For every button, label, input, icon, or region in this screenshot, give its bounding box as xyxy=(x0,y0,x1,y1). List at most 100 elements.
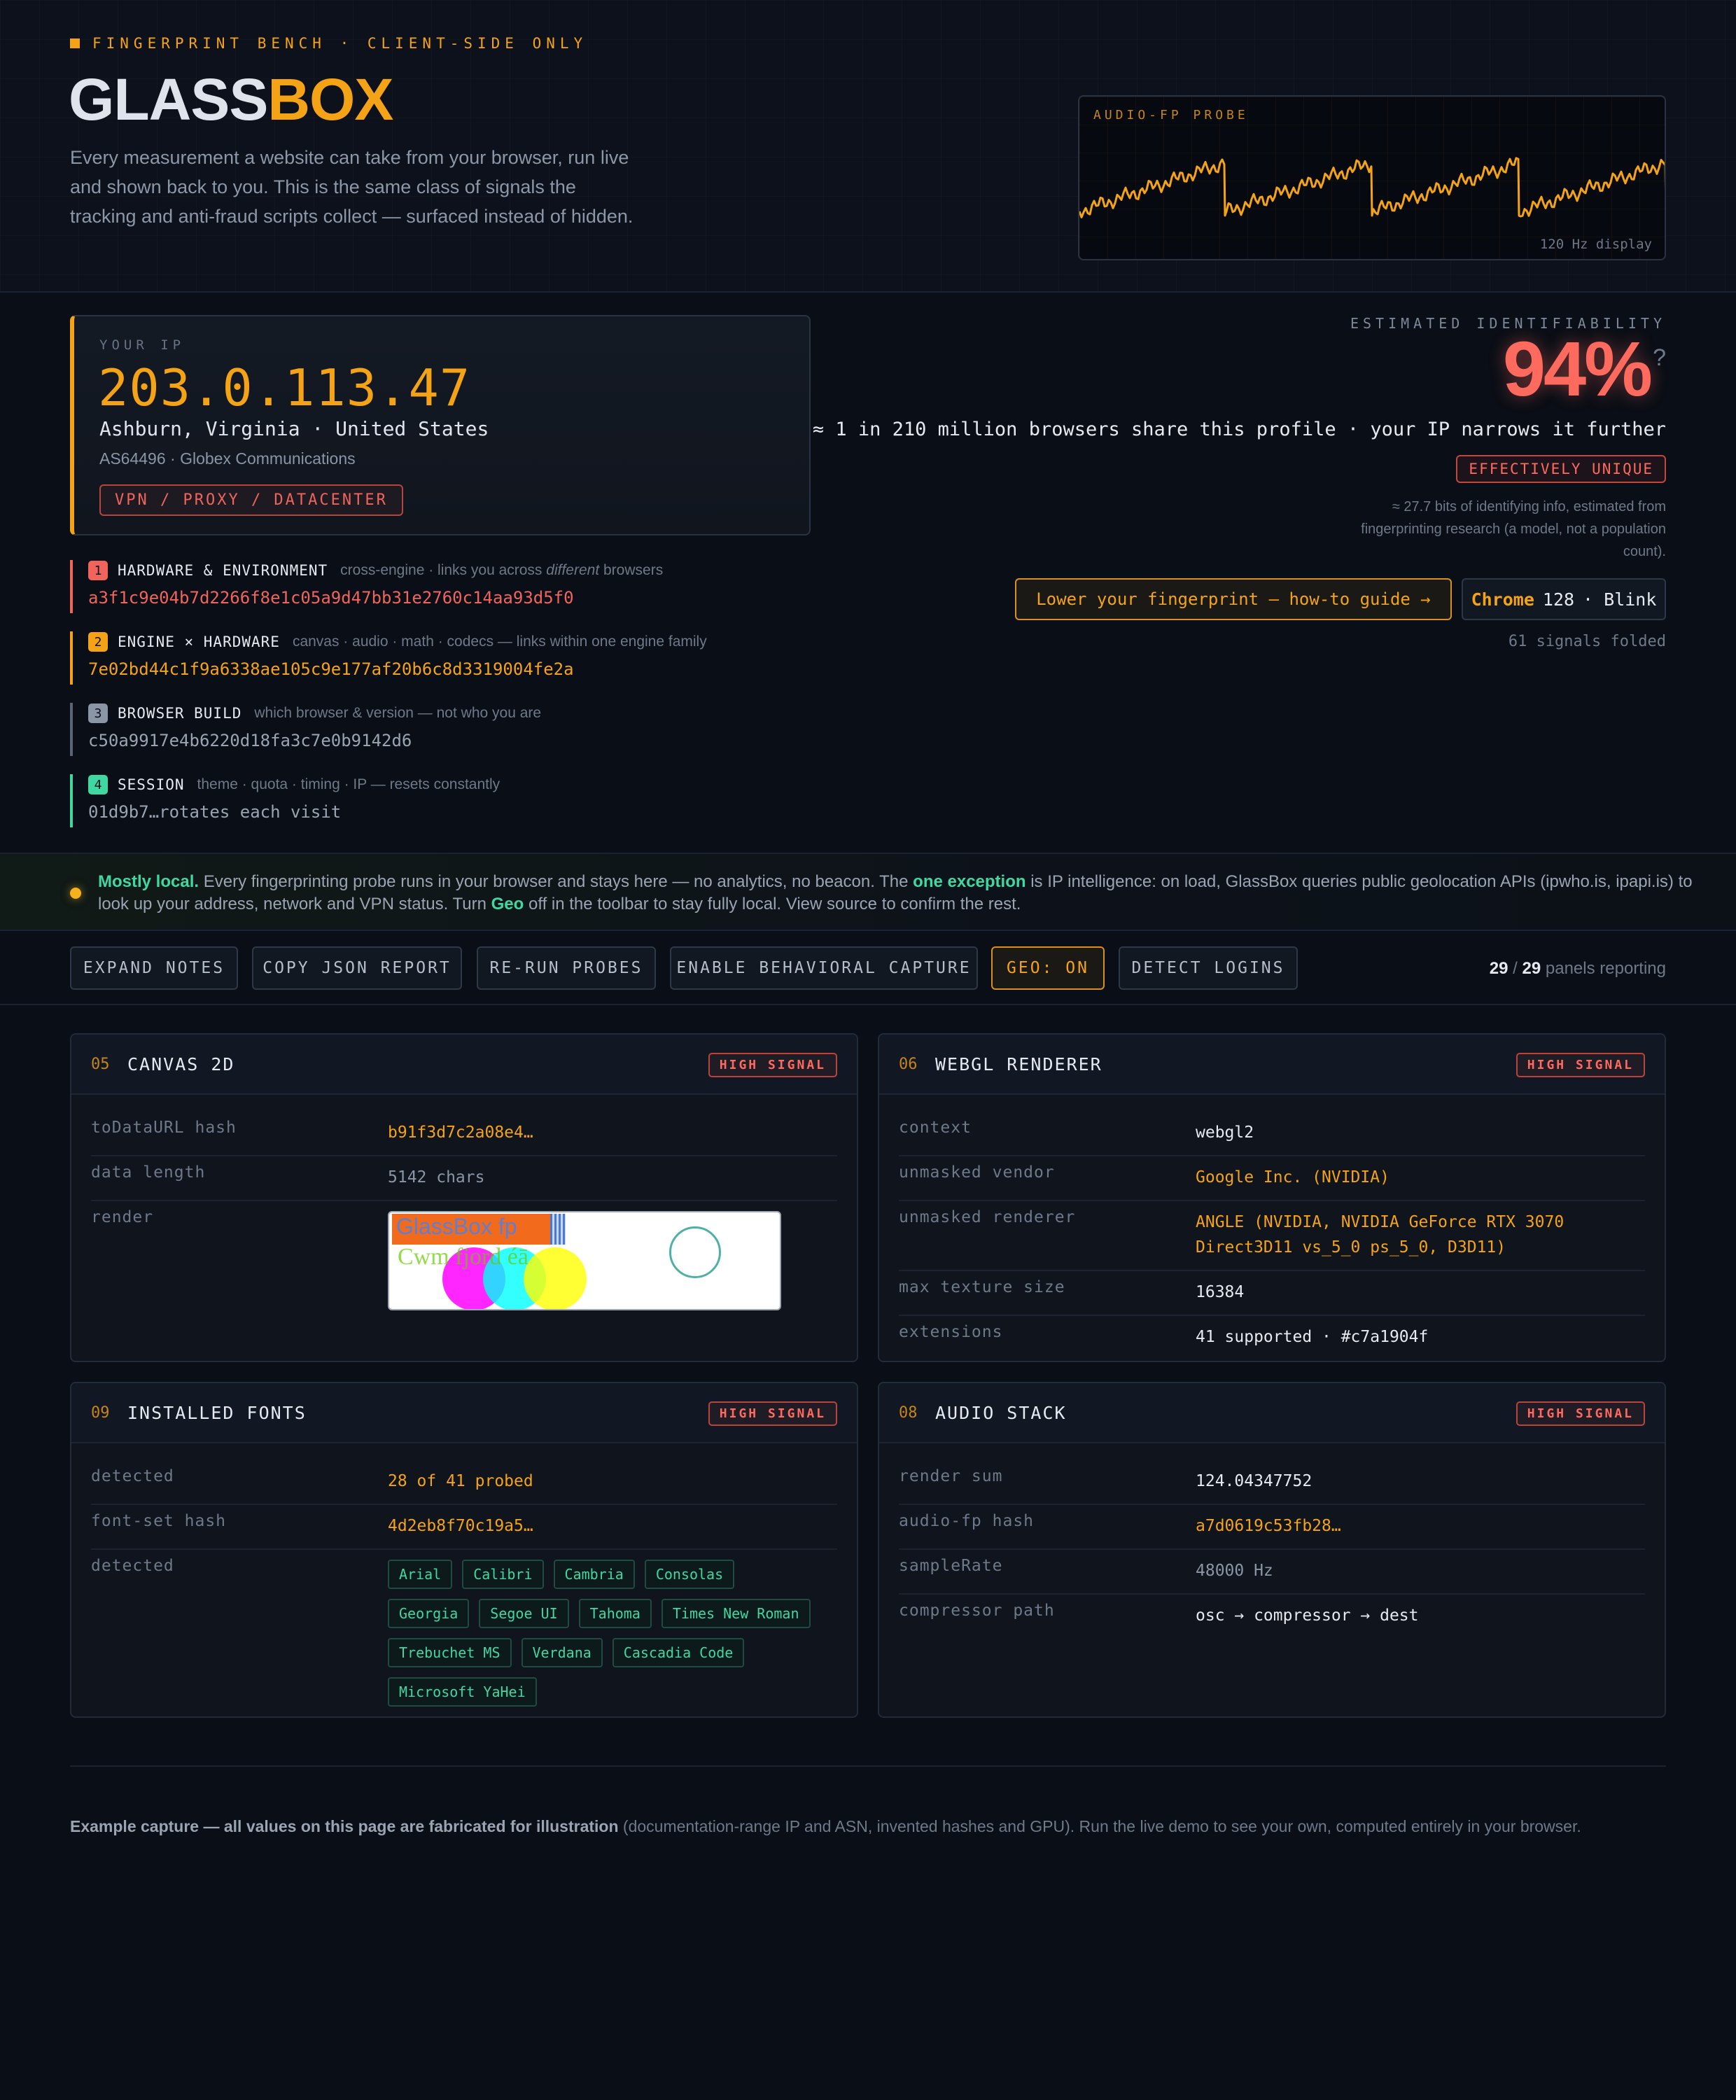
fingerprint-hash: a3f1c9e04b7d2266f8e1c05a9d47bb31e2760c14… xyxy=(88,588,574,608)
rerun-probes-button[interactable]: RE-RUN PROBES xyxy=(477,946,656,990)
eyebrow: FINGERPRINT BENCH · CLIENT-SIDE ONLY xyxy=(70,35,587,52)
panel-header: 09 INSTALLED FONTS HIGH SIGNAL xyxy=(71,1383,857,1443)
font-chip: Cambria xyxy=(553,1560,635,1589)
fingerprint-note: which browser & version — not who you ar… xyxy=(254,705,542,721)
panel-number: 08 xyxy=(899,1404,918,1422)
panel-row: render sum 124.04347752 xyxy=(899,1460,1645,1505)
fingerprint-note: theme · quota · timing · IP — resets con… xyxy=(197,776,500,792)
font-chip: Calibri xyxy=(462,1560,544,1589)
fingerprint-hash: 01d9b7…rotates each visit xyxy=(88,802,342,822)
fingerprint-title: SESSION xyxy=(118,776,185,793)
panel-row: context webgl2 xyxy=(899,1112,1645,1156)
eyebrow-square-icon xyxy=(70,38,80,48)
font-chip: Cascadia Code xyxy=(612,1638,745,1667)
copy-json-button[interactable]: COPY JSON REPORT xyxy=(252,946,462,990)
panel-title: AUDIO STACK xyxy=(935,1403,1067,1423)
panel-webgl-renderer: 06 WEBGL RENDERER HIGH SIGNAL context we… xyxy=(878,1033,1666,1362)
fingerprint-number: 2 xyxy=(88,632,108,652)
footer-disclaimer: Example capture — all values on this pag… xyxy=(70,1817,1581,1835)
panel-row: audio-fp hash a7d0619c53fb28… xyxy=(899,1505,1645,1550)
panel-row: render GlassBox fp Cwm fjord éā xyxy=(91,1201,837,1320)
panel-audio-stack: 08 AUDIO STACK HIGH SIGNAL render sum 12… xyxy=(878,1382,1666,1718)
signals-folded: 61 signals folded xyxy=(1508,633,1666,650)
identifiability-percent: 94% xyxy=(1502,326,1653,412)
vpn-badge: VPN / PROXY / DATACENTER xyxy=(99,484,403,516)
fingerprint-note: cross-engine · links you across differen… xyxy=(340,562,664,578)
fingerprint-title: HARDWARE & ENVIRONMENT xyxy=(118,562,328,579)
panel-installed-fonts: 09 INSTALLED FONTS HIGH SIGNAL detected … xyxy=(70,1382,858,1718)
waveform-line xyxy=(1079,157,1665,218)
ip-card: YOUR IP 203.0.113.47 Ashburn, Virginia ·… xyxy=(70,315,811,536)
ip-address: 203.0.113.47 xyxy=(98,358,471,417)
ip-label: YOUR IP xyxy=(99,337,186,353)
notice-text: Mostly local. Every fingerprinting probe… xyxy=(98,872,1693,913)
brand-accent: BOX xyxy=(267,66,393,132)
panel-row: unmasked vendor Google Inc. (NVIDIA) xyxy=(899,1156,1645,1201)
fingerprint-hash: c50a9917e4b6220d18fa3c7e0b9142d6 xyxy=(88,731,412,750)
identifiability-note: ≈ 27.7 bits of identifying info, estimat… xyxy=(1361,499,1666,559)
eyebrow-text: FINGERPRINT BENCH · CLIENT-SIDE ONLY xyxy=(92,35,588,52)
panel-title: INSTALLED FONTS xyxy=(127,1403,307,1423)
font-chip: Times New Roman xyxy=(661,1599,811,1628)
fingerprint-title: ENGINE × HARDWARE xyxy=(118,634,280,650)
unique-badge: EFFECTIVELY UNIQUE xyxy=(1456,455,1666,483)
font-chip: Arial xyxy=(388,1560,453,1589)
signal-badge: HIGH SIGNAL xyxy=(708,1053,837,1077)
fingerprint-note: canvas · audio · math · codecs — links w… xyxy=(292,634,707,650)
brand-logo: GLASSBOX xyxy=(69,64,393,134)
fingerprint-hardware: 1 HARDWARE & ENVIRONMENT cross-engine · … xyxy=(70,560,812,613)
privacy-notice: Mostly local. Every fingerprinting probe… xyxy=(0,853,1736,931)
panel-row: sampleRate 48000 Hz xyxy=(899,1550,1645,1595)
fingerprint-session: 4 SESSION theme · quota · timing · IP — … xyxy=(70,774,812,827)
font-chip-list: Arial Calibri Cambria Consolas Georgia Segoe … xyxy=(388,1550,822,1716)
render-text-1: GlassBox fp xyxy=(396,1214,517,1239)
probe-caption: 120 Hz display xyxy=(1539,237,1652,252)
behavioral-capture-button[interactable]: ENABLE BEHAVIORAL CAPTURE xyxy=(670,946,978,990)
panel-number: 06 xyxy=(899,1056,918,1073)
fingerprint-hash: 7e02bd44c1f9a6338ae105c9e177af20b6c8d331… xyxy=(88,659,574,679)
panel-row: detected 28 of 41 probed xyxy=(91,1460,837,1505)
panel-row: compressor path osc → compressor → dest xyxy=(899,1602,1419,1625)
intro-text: Every measurement a website can take fro… xyxy=(70,147,634,227)
engine-name: · Blink xyxy=(1583,589,1657,610)
font-chip: Verdana xyxy=(521,1638,603,1667)
fingerprint-title: BROWSER BUILD xyxy=(118,705,242,722)
panel-row: extensions 41 supported · #c7a1904f xyxy=(899,1323,1429,1346)
panel-header: 08 AUDIO STACK HIGH SIGNAL xyxy=(879,1383,1665,1443)
signal-badge: HIGH SIGNAL xyxy=(1516,1053,1645,1077)
font-chip: Segoe UI xyxy=(479,1599,569,1628)
brand-main: GLASS xyxy=(69,66,268,132)
detect-logins-button[interactable]: DETECT LOGINS xyxy=(1119,946,1298,990)
panel-row: font-set hash 4d2eb8f70c19a5… xyxy=(91,1505,837,1550)
geo-toggle-button[interactable]: GEO: ON xyxy=(991,946,1105,990)
render-yellow-circle xyxy=(524,1247,587,1309)
panel-row: unmasked renderer ANGLE (NVIDIA, NVIDIA … xyxy=(899,1201,1645,1271)
panel-title: CANVAS 2D xyxy=(127,1054,235,1074)
panel-row: detected Arial Calibri Cambria ConsolasGeor… xyxy=(91,1550,837,1716)
fingerprint-browser-build: 3 BROWSER BUILD which browser & version … xyxy=(70,703,812,756)
divider xyxy=(0,1004,1736,1005)
canvas-render-preview: GlassBox fp Cwm fjord éā xyxy=(388,1211,781,1310)
audio-probe-display: AUDIO-FP PROBE 120 Hz display xyxy=(1078,95,1666,260)
font-chip: Georgia xyxy=(388,1599,470,1628)
status-dot-icon xyxy=(70,888,81,899)
fingerprint-engine: 2 ENGINE × HARDWARE canvas · audio · mat… xyxy=(70,631,812,685)
ip-location: Ashburn, Virginia · United States xyxy=(99,417,489,440)
help-icon[interactable]: ? xyxy=(1653,344,1666,372)
render-ring xyxy=(669,1226,721,1278)
panel-number: 09 xyxy=(91,1404,110,1422)
render-text-2: Cwm fjord éā xyxy=(398,1244,528,1270)
browser-version: 128 xyxy=(1542,589,1575,610)
render-stripe-block xyxy=(550,1214,566,1245)
panel-canvas-2d: 05 CANVAS 2D HIGH SIGNAL toDataURL hash … xyxy=(70,1033,858,1362)
page-header: FINGERPRINT BENCH · CLIENT-SIDE ONLY GLA… xyxy=(0,0,1736,293)
fingerprint-number: 3 xyxy=(88,704,108,723)
expand-notes-button[interactable]: EXPAND NOTES xyxy=(70,946,238,990)
panel-title: WEBGL RENDERER xyxy=(935,1054,1102,1074)
panel-row: data length 5142 chars xyxy=(91,1156,837,1201)
divider xyxy=(70,1765,1666,1767)
panel-header: 05 CANVAS 2D HIGH SIGNAL xyxy=(71,1035,857,1095)
font-chip: Microsoft YaHei xyxy=(388,1677,537,1707)
panel-row: toDataURL hash b91f3d7c2a08e4… xyxy=(91,1112,837,1156)
fingerprint-guide-button[interactable]: Lower your fingerprint — how-to guide → xyxy=(1015,578,1452,620)
